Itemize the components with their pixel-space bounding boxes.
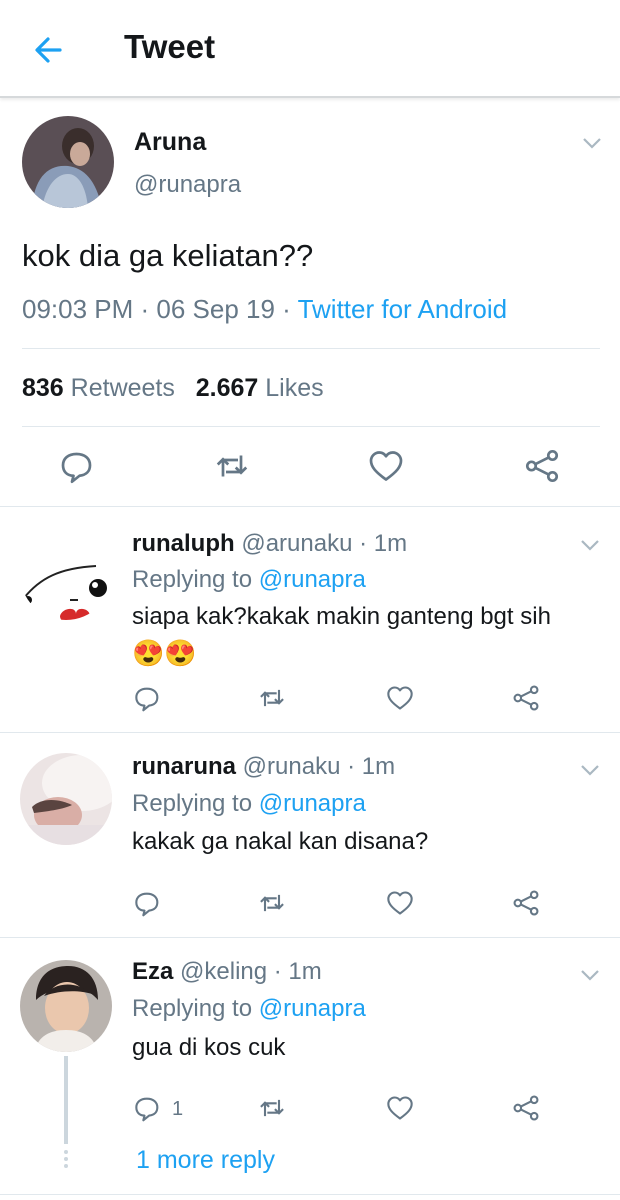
- replying-to-handle[interactable]: @runapra: [259, 995, 366, 1022]
- tweet-timestamp: 09:03 PM · 06 Sep 19 ·: [22, 294, 298, 324]
- retweet-icon[interactable]: [258, 889, 286, 917]
- thread-dots: [63, 1150, 69, 1171]
- reply-tweet[interactable]: runaluph @arunaku · 1m Replying to @runa…: [0, 508, 620, 733]
- replying-to: Replying to @runapra: [132, 995, 366, 1023]
- tweet-author-handle[interactable]: @runapra: [134, 171, 241, 199]
- likes-stat[interactable]: 2.667 Likes: [196, 374, 324, 402]
- reply-author: runaluph @arunaku · 1m: [132, 530, 407, 558]
- reply-author-name[interactable]: runaluph: [132, 530, 235, 557]
- retweet-icon[interactable]: [214, 448, 250, 484]
- share-icon[interactable]: [512, 1094, 540, 1122]
- more-replies-link[interactable]: 1 more reply: [136, 1146, 275, 1175]
- tweet-source-link[interactable]: Twitter for Android: [298, 294, 508, 324]
- replying-to-label: Replying to: [132, 566, 259, 593]
- like-icon[interactable]: [368, 448, 404, 484]
- share-icon[interactable]: [512, 889, 540, 917]
- like-icon[interactable]: [386, 889, 414, 917]
- replying-to: Replying to @runapra: [132, 566, 366, 594]
- reply-emoji: 😍😍: [132, 638, 197, 668]
- app-header: Tweet: [0, 0, 620, 98]
- share-icon[interactable]: [524, 448, 560, 484]
- reply-author: runaruna @runaku · 1m: [132, 753, 395, 781]
- retweets-label: Retweets: [63, 374, 175, 402]
- thread-line: [64, 1056, 68, 1144]
- reply-text: gua di kos cuk: [132, 1034, 286, 1061]
- reply-author-handle-time: @runaku · 1m: [236, 753, 396, 780]
- reply-tweet[interactable]: Eza @keling · 1m Replying to @runapra gu…: [0, 938, 620, 1195]
- chevron-down-icon[interactable]: [580, 763, 600, 777]
- replying-to-handle[interactable]: @runapra: [259, 790, 366, 817]
- divider: [22, 426, 600, 427]
- avatar[interactable]: [20, 753, 112, 845]
- reply-author-name[interactable]: runaruna: [132, 753, 236, 780]
- tweet-author-name[interactable]: Aruna: [134, 128, 206, 157]
- back-arrow-icon[interactable]: [30, 30, 70, 70]
- avatar[interactable]: [20, 960, 112, 1052]
- reply-icon[interactable]: [134, 889, 162, 917]
- likes-label: Likes: [258, 374, 324, 402]
- reply-count: 1: [172, 1098, 184, 1120]
- reply-icon[interactable]: [134, 1094, 162, 1122]
- reply-author-handle-time: @arunaku · 1m: [234, 530, 408, 557]
- like-icon[interactable]: [386, 1094, 414, 1122]
- share-icon[interactable]: [512, 684, 540, 712]
- main-tweet: Aruna @runapra kok dia ga keliatan?? 09:…: [0, 98, 620, 507]
- like-icon[interactable]: [386, 684, 414, 712]
- retweets-count: 836: [22, 374, 64, 402]
- avatar[interactable]: [20, 528, 112, 620]
- reply-text: siapa kak?kakak makin ganteng bgt sih: [132, 603, 551, 630]
- reply-icon[interactable]: [134, 684, 162, 712]
- likes-count: 2.667: [195, 374, 259, 402]
- page-title: Tweet: [124, 28, 216, 65]
- retweet-icon[interactable]: [258, 1094, 286, 1122]
- replying-to-label: Replying to: [132, 995, 259, 1022]
- reply-text: kakak ga nakal kan disana?: [132, 828, 429, 855]
- avatar[interactable]: [22, 116, 114, 208]
- tweet-meta: 09:03 PM · 06 Sep 19 · Twitter for Andro…: [22, 294, 507, 325]
- replying-to: Replying to @runapra: [132, 790, 366, 818]
- chevron-down-icon[interactable]: [580, 968, 600, 982]
- reply-author-handle-time: @keling · 1m: [173, 958, 322, 985]
- divider: [22, 348, 600, 349]
- tweet-text: kok dia ga keliatan??: [22, 238, 314, 273]
- reply-icon[interactable]: [60, 448, 96, 484]
- reply-tweet[interactable]: runaruna @runaku · 1m Replying to @runap…: [0, 733, 620, 938]
- chevron-down-icon[interactable]: [582, 136, 602, 150]
- retweet-icon[interactable]: [258, 684, 286, 712]
- replying-to-label: Replying to: [132, 790, 259, 817]
- tweet-stats: 836 Retweets 2.667 Likes: [22, 374, 324, 403]
- retweets-stat[interactable]: 836 Retweets: [22, 374, 175, 402]
- reply-author-name[interactable]: Eza: [132, 958, 173, 985]
- reply-author: Eza @keling · 1m: [132, 958, 322, 986]
- chevron-down-icon[interactable]: [580, 538, 600, 552]
- replying-to-handle[interactable]: @runapra: [259, 566, 366, 593]
